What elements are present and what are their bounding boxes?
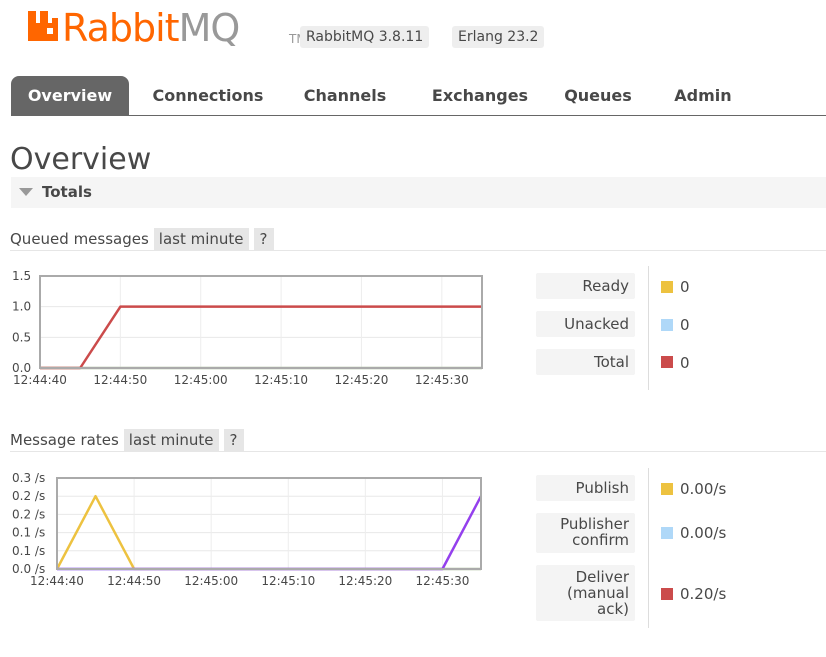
totals-section-label: Totals — [42, 183, 92, 201]
main-nav-tabs: Overview Connections Channels Exchanges … — [11, 76, 826, 116]
rates-help-button[interactable]: ? — [223, 429, 244, 451]
legend-label-unacked: Unacked — [536, 311, 635, 337]
queued-messages-title: Queued messages — [10, 230, 149, 248]
legend-swatch-deliver — [661, 588, 673, 600]
legend-swatch-publisher-confirm — [661, 527, 673, 539]
legend-label-deliver-manual-ack: Deliver (manual ack) — [536, 565, 635, 621]
legend-value-publish: 0.00/s — [680, 480, 727, 498]
queued-messages-chart: 1.51.00.50.012:44:40 12:44:50 12:45:00 12:4… — [12, 269, 483, 387]
rabbitmq-version-badge: RabbitMQ 3.8.11 — [300, 26, 430, 48]
x-tick-label: 12:45:00 — [184, 574, 238, 588]
x-tick-label: 12:44:40 — [13, 373, 67, 387]
legend-value-deliver: 0.20/s — [680, 585, 727, 603]
x-tick-label: 12:45:00 — [174, 373, 228, 387]
chart-plot-frame — [56, 477, 482, 570]
message-rates-title: Message rates — [10, 431, 119, 449]
legend-swatch-total — [661, 356, 673, 368]
x-tick-label: 12:44:50 — [107, 574, 161, 588]
y-tick-label: 0.2 /s — [12, 489, 45, 503]
legend-label-total: Total — [536, 349, 635, 375]
x-tick-label: 12:45:10 — [261, 574, 315, 588]
legend-swatch-ready — [661, 281, 673, 293]
chart-plot-frame — [39, 275, 483, 369]
logo-wordmark: RabbitMQ — [62, 6, 241, 50]
tab-channels[interactable]: Channels — [292, 76, 398, 115]
logo-wordmark-mq: MQ — [178, 6, 241, 50]
x-tick-label: 12:44:40 — [30, 574, 84, 588]
message-rates-header: Message rates last minute ? — [10, 429, 826, 452]
erlang-version-badge: Erlang 23.2 — [452, 26, 545, 48]
y-tick-label: 0.3 /s — [12, 471, 45, 485]
legend-value-unacked: 0 — [680, 316, 690, 334]
totals-section-toggle[interactable]: Totals — [11, 177, 826, 208]
legend-value-total: 0 — [680, 354, 690, 372]
y-tick-label: 0.5 — [12, 330, 31, 344]
legend-label-publisher-confirm-text: Publisher confirm — [560, 515, 629, 549]
queued-range-selector[interactable]: last minute — [153, 228, 249, 250]
queued-legend-divider — [648, 266, 649, 390]
tab-overview[interactable]: Overview — [11, 76, 129, 115]
y-tick-label: 0.2 /s — [12, 507, 45, 521]
legend-label-deliver-text: Deliver (manual ack) — [566, 568, 629, 618]
page-title: Overview — [10, 142, 152, 177]
message-rates-chart: 0.3 /s0.2 /s0.2 /s0.1 /s0.1 /s0.0 /s12:4… — [12, 471, 483, 588]
queued-messages-header: Queued messages last minute ? — [10, 228, 826, 251]
tab-queues[interactable]: Queues — [555, 76, 641, 115]
y-tick-label: 1.5 — [12, 269, 31, 283]
legend-value-ready: 0 — [680, 278, 690, 296]
x-tick-label: 12:45:30 — [416, 574, 470, 588]
legend-label-publish: Publish — [536, 475, 635, 501]
x-tick-label: 12:45:10 — [254, 373, 308, 387]
tab-exchanges[interactable]: Exchanges — [418, 76, 542, 115]
collapse-arrow-icon — [19, 188, 33, 196]
y-tick-label: 0.1 /s — [12, 526, 45, 540]
tab-connections[interactable]: Connections — [142, 76, 274, 115]
x-tick-label: 12:45:20 — [335, 373, 389, 387]
rabbitmq-logo-icon — [28, 11, 58, 41]
legend-label-publisher-confirm: Publisher confirm — [536, 513, 635, 553]
legend-swatch-publish — [661, 483, 673, 495]
rates-range-selector[interactable]: last minute — [123, 429, 219, 451]
x-tick-label: 12:45:20 — [338, 574, 392, 588]
x-tick-label: 12:45:30 — [415, 373, 469, 387]
y-tick-label: 0.1 /s — [12, 544, 45, 558]
legend-swatch-unacked — [661, 319, 673, 331]
tab-admin[interactable]: Admin — [666, 76, 740, 115]
rates-legend-divider — [648, 468, 649, 628]
y-tick-label: 1.0 — [12, 300, 31, 314]
x-tick-label: 12:44:50 — [93, 373, 147, 387]
legend-value-publisher-confirm: 0.00/s — [680, 524, 727, 542]
legend-label-ready: Ready — [536, 273, 635, 299]
queued-help-button[interactable]: ? — [253, 228, 274, 250]
logo-wordmark-rabbit: Rabbit — [62, 6, 180, 50]
